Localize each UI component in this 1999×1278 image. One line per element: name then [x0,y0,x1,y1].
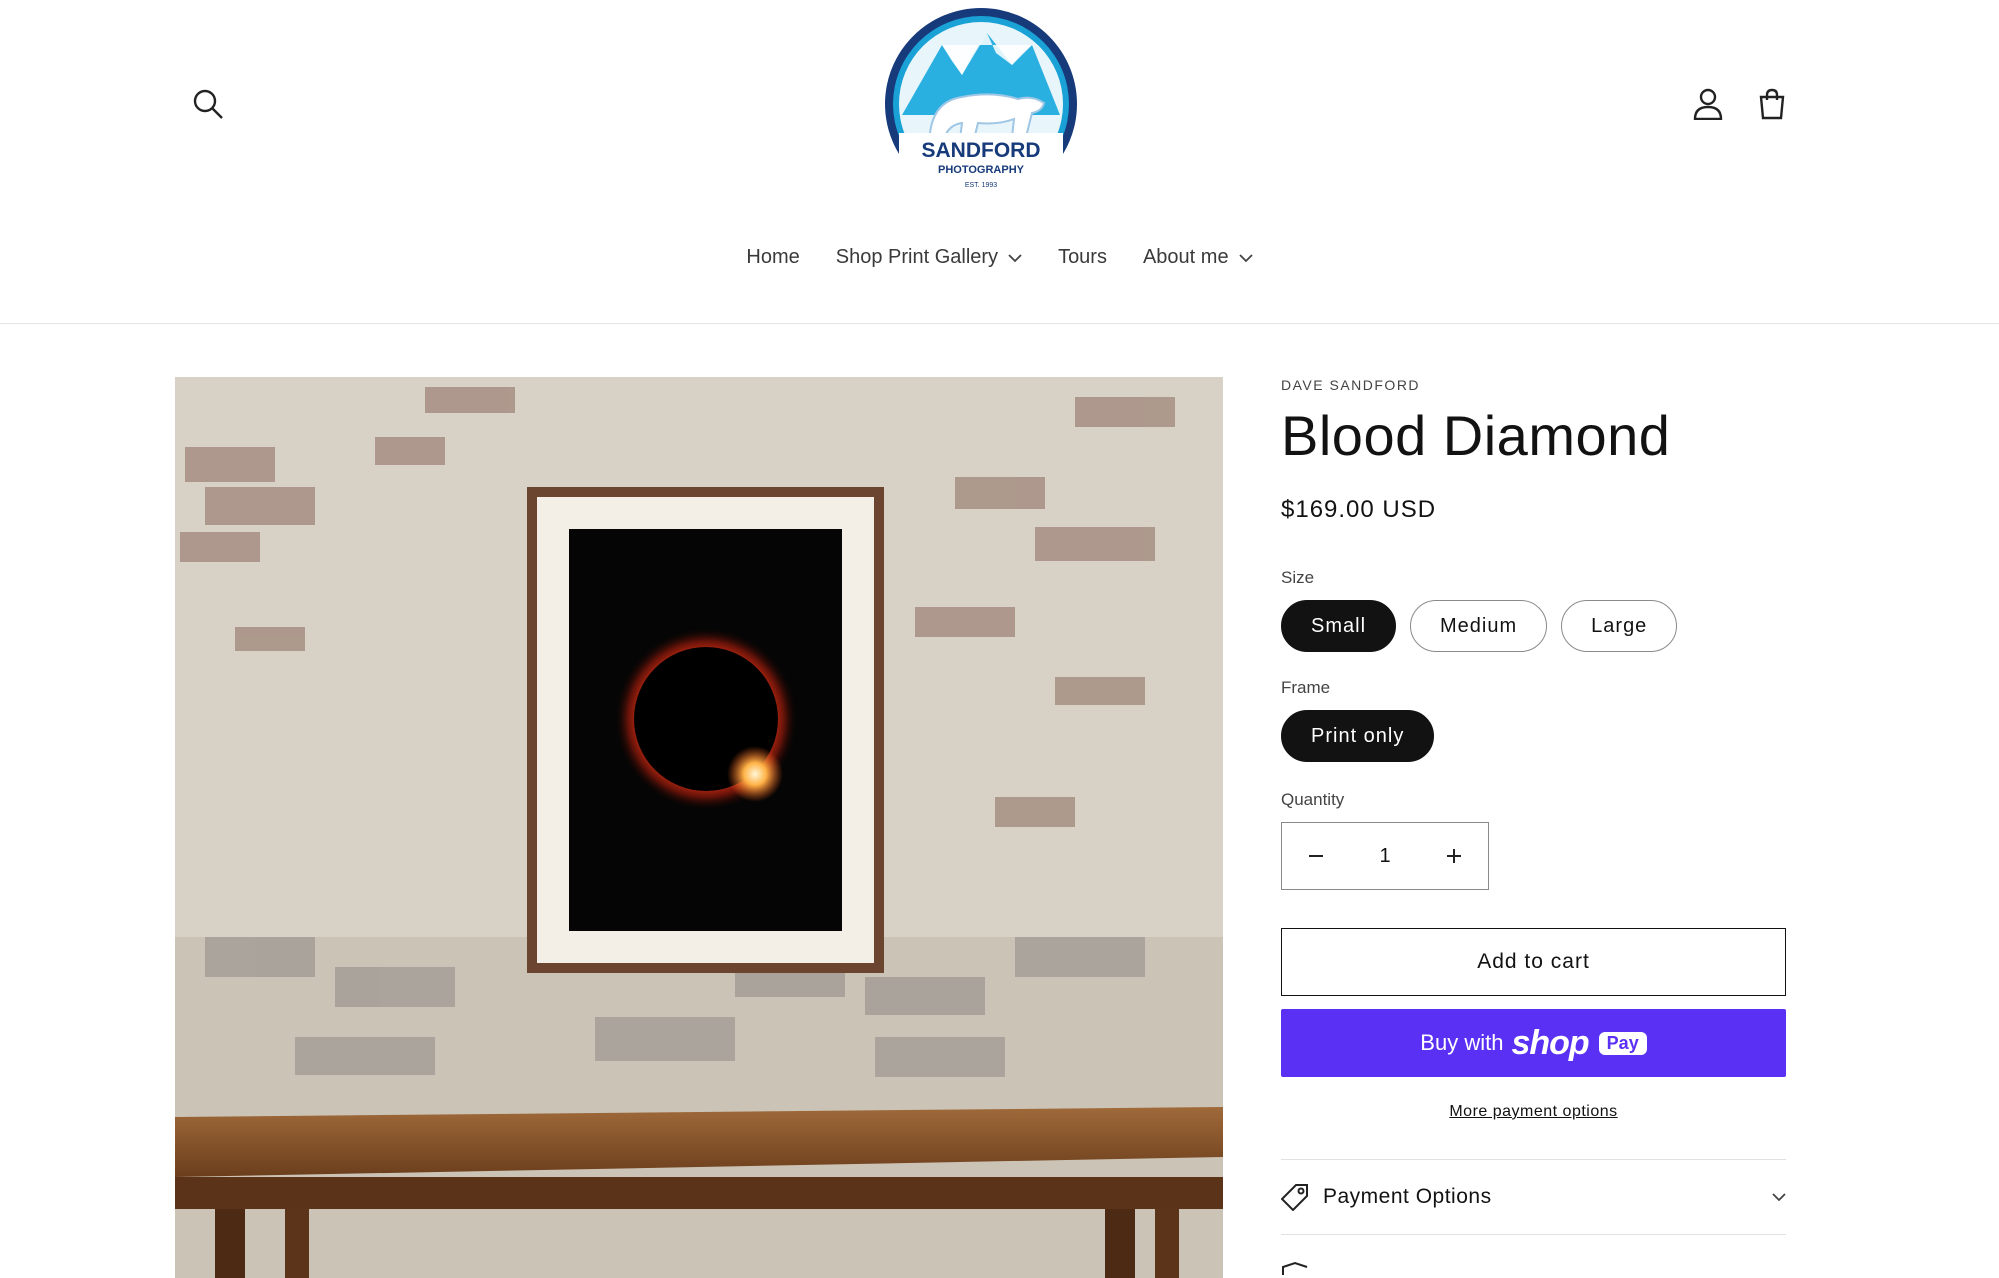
shop-word: shop [1511,1023,1589,1062]
nav-about-label: About me [1142,246,1229,268]
size-pill-small[interactable]: Small [1281,600,1397,652]
size-label: Size [1281,568,1315,587]
next-accordion[interactable] [1281,1234,1786,1275]
chevron-down-icon [1008,253,1022,262]
frame-pill-print-only[interactable]: Print only [1281,710,1435,762]
logo-est: EST. 1993 [965,182,997,189]
nav-home-label: Home [746,246,800,268]
quantity-input[interactable]: 1 [1379,845,1390,868]
minus-icon[interactable] [1282,823,1350,889]
pay-badge: Pay [1598,1031,1647,1055]
chevron-down-icon [1772,1193,1786,1202]
nav-tours-label: Tours [1058,246,1107,268]
nav-shop-print-gallery[interactable]: Shop Print Gallery [836,246,1022,269]
payment-options-accordion[interactable]: Payment Options [1281,1159,1786,1234]
frame-option: Frame Print only [1281,678,1786,762]
shop-pay-button[interactable]: Buy with shop Pay [1281,1009,1786,1077]
quantity-label: Quantity [1281,790,1345,809]
frame-label: Frame [1281,678,1331,697]
search-icon[interactable] [188,84,228,124]
chevron-down-icon [1238,253,1253,262]
quantity-stepper: 1 [1281,822,1489,890]
product-title: Blood Diamond [1281,404,1671,467]
main-nav: Home Shop Print Gallery Tours About me [0,246,1999,269]
size-pill-large[interactable]: Large [1561,600,1678,652]
product-price: $169.00 USD [1281,496,1437,523]
size-pills: Small Medium Large [1281,600,1786,652]
logo-name: SANDFORD [922,139,1041,162]
nav-about-me[interactable]: About me [1143,246,1253,269]
logo-sub: PHOTOGRAPHY [938,164,1025,176]
tag-icon [1281,1184,1308,1211]
account-icon[interactable] [1688,84,1728,124]
nav-tours[interactable]: Tours [1058,246,1107,269]
payment-options-label: Payment Options [1323,1185,1492,1208]
product-info: DAVE SANDFORD Blood Diamond $169.00 USD … [1281,377,1786,1275]
nav-shop-label: Shop Print Gallery [835,246,999,268]
more-payment-options-link[interactable]: More payment options [1281,1103,1786,1121]
size-option: Size Small Medium Large [1281,568,1786,652]
quantity-option: Quantity 1 [1281,790,1786,890]
site-header: SANDFORD PHOTOGRAPHY EST. 1993 Home Shop… [0,0,1999,324]
buy-with-label: Buy with [1420,1030,1504,1055]
brand-logo[interactable]: SANDFORD PHOTOGRAPHY EST. 1993 [882,5,1080,228]
add-to-cart-button[interactable]: Add to cart [1281,928,1786,996]
size-pill-medium[interactable]: Medium [1410,600,1548,652]
product-image[interactable] [175,377,1223,1278]
frame-pills: Print only [1281,710,1786,762]
cart-icon[interactable] [1752,84,1792,124]
accordion-icon [1282,1261,1308,1275]
plus-icon[interactable] [1420,823,1488,889]
nav-home[interactable]: Home [746,246,799,269]
product-vendor[interactable]: DAVE SANDFORD [1281,377,1786,393]
